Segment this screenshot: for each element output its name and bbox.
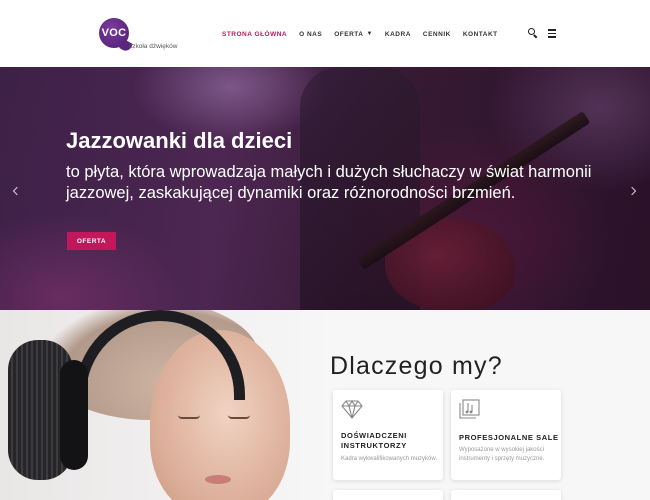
- feature-card-text: Wyposażone w wysokiej jakości instrument…: [459, 447, 545, 462]
- menu-icon[interactable]: [548, 28, 558, 38]
- feature-card: [333, 490, 443, 500]
- headphones-woman-photo: [0, 310, 330, 500]
- feature-card: PROFESJONALNE SALE Wyposażone w wysokiej…: [451, 390, 561, 480]
- chevron-down-icon: ▼: [366, 31, 373, 37]
- logo-text: VOC: [101, 27, 127, 39]
- logo-subtitle: szkoła dźwięków: [129, 43, 178, 50]
- nav-item-label: CENNIK: [422, 30, 451, 38]
- feature-card-title: PROFESJONALNE SALE: [459, 433, 559, 442]
- nav-item-contact[interactable]: KONTAKT: [463, 31, 498, 38]
- why-us-title: Dlaczego my?: [330, 352, 503, 380]
- feature-card: [451, 490, 561, 500]
- nav-item-label: KONTAKT: [462, 30, 498, 38]
- nav-item-about[interactable]: O NAS: [299, 31, 322, 38]
- nav-item-home[interactable]: STRONA GŁÓWNA: [222, 31, 287, 38]
- nav-item-staff[interactable]: KADRA: [385, 31, 411, 38]
- nav-item-label: KADRA: [384, 30, 411, 38]
- hero-title: Jazzowanki dla dzieci: [66, 128, 293, 153]
- logo[interactable]: VOC szkoła dźwięków: [99, 18, 179, 53]
- nav-item-pricing[interactable]: CENNIK: [423, 31, 451, 38]
- why-us-section: Dlaczego my? DOŚWIADCZENI INSTRUKTORZY K…: [0, 310, 650, 500]
- media-icon: [459, 399, 481, 419]
- feature-card: DOŚWIADCZENI INSTRUKTORZY Kadra wykwalif…: [333, 390, 443, 480]
- feature-card-title: DOŚWIADCZENI INSTRUKTORZY: [341, 431, 407, 450]
- main-nav: STRONA GŁÓWNA O NAS OFERTA ▼ KADRA CENNI…: [222, 29, 510, 39]
- chevron-right-icon[interactable]: [627, 186, 639, 196]
- feature-card-text: Kadra wykwalifikowanych muzyków.: [341, 456, 438, 462]
- nav-item-label: O NAS: [299, 30, 323, 38]
- nav-item-offer[interactable]: OFERTA ▼: [334, 31, 373, 38]
- chevron-left-icon[interactable]: [11, 186, 22, 196]
- hero-text: to płyta, która wprowadzaja małych i duż…: [66, 163, 592, 202]
- nav-item-label: OFERTA: [334, 30, 364, 38]
- diamond-icon: [341, 399, 363, 419]
- hero-offer-button[interactable]: OFERTA: [67, 232, 116, 250]
- search-icon[interactable]: [528, 28, 538, 39]
- nav-item-label: STRONA GŁÓWNA: [222, 30, 288, 38]
- site-header: VOC szkoła dźwięków STRONA GŁÓWNA O NAS …: [0, 0, 650, 67]
